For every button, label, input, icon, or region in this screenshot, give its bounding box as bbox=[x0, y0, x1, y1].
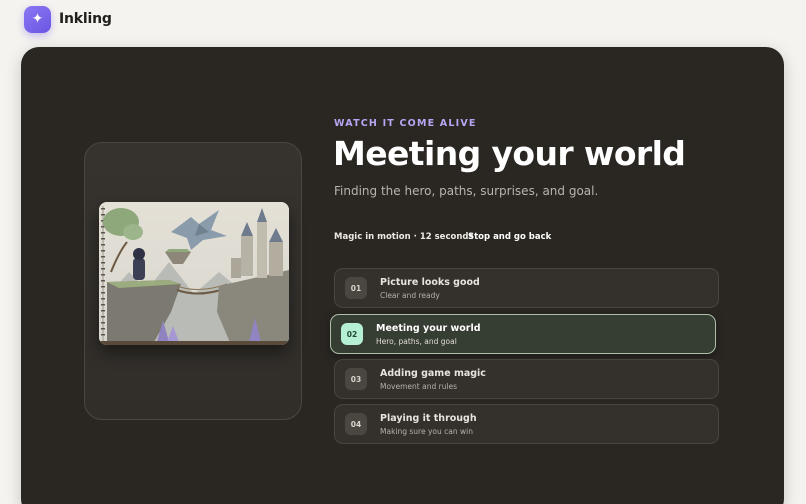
sketch-image bbox=[99, 202, 289, 345]
step-number: 01 bbox=[345, 277, 367, 299]
step-number: 03 bbox=[345, 368, 367, 390]
step-label: Picture looks good bbox=[380, 276, 480, 288]
step-item[interactable]: 01 Picture looks good Clear and ready bbox=[334, 268, 719, 308]
step-item-active[interactable]: 02 Meeting your world Hero, paths, and g… bbox=[330, 314, 716, 354]
page-title: Meeting your world bbox=[333, 134, 686, 173]
step-description: Clear and ready bbox=[380, 290, 440, 300]
stop-and-go-back-button[interactable]: Stop and go back bbox=[468, 232, 551, 242]
sparkle-icon[interactable]: ✦ bbox=[24, 5, 51, 33]
step-label: Adding game magic bbox=[380, 367, 486, 379]
eyebrow-label: WATCH IT COME ALIVE bbox=[334, 118, 477, 129]
step-label: Meeting your world bbox=[376, 322, 481, 334]
app-name[interactable]: Inkling bbox=[59, 11, 112, 27]
main-panel: WATCH IT COME ALIVE Meeting your world F… bbox=[21, 47, 784, 504]
step-item[interactable]: 04 Playing it through Making sure you ca… bbox=[334, 404, 719, 444]
page-subtitle: Finding the hero, paths, surprises, and … bbox=[334, 184, 599, 198]
step-description: Making sure you can win bbox=[380, 426, 473, 436]
step-description: Hero, paths, and goal bbox=[376, 336, 457, 346]
playback-meta: Magic in motion · 12 seconds bbox=[334, 232, 474, 242]
step-number: 04 bbox=[345, 413, 367, 435]
step-item[interactable]: 03 Adding game magic Movement and rules bbox=[334, 359, 719, 399]
image-preview-card bbox=[84, 142, 302, 420]
top-bar: ✦ Inkling bbox=[24, 5, 112, 33]
step-label: Playing it through bbox=[380, 412, 477, 424]
step-number: 02 bbox=[341, 323, 363, 345]
step-description: Movement and rules bbox=[380, 381, 458, 391]
